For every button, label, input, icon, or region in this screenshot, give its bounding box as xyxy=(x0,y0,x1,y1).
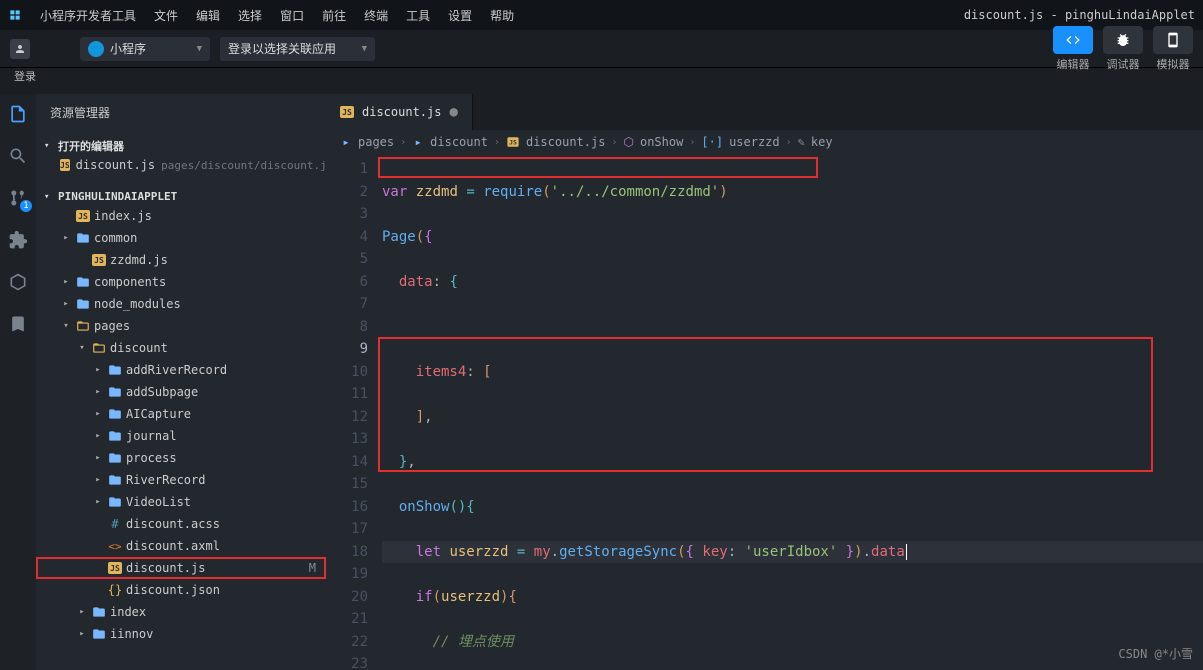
js-file-icon: JS xyxy=(340,106,354,118)
variable-icon: [·] xyxy=(701,135,723,149)
menu-item[interactable]: 终端 xyxy=(364,7,388,24)
tree-item[interactable]: ▸addRiverRecord xyxy=(36,359,326,381)
npm-tab-icon[interactable] xyxy=(6,270,30,294)
simulator-mode-button[interactable] xyxy=(1153,26,1193,54)
tree-item[interactable]: ▸addSubpage xyxy=(36,381,326,403)
menu-item[interactable]: 帮助 xyxy=(490,7,514,24)
menu-item[interactable]: 工具 xyxy=(406,7,430,24)
activity-bar: 1 xyxy=(0,94,36,670)
login-link[interactable]: 登录 xyxy=(14,68,36,84)
tree-item[interactable]: JSzzdmd.js xyxy=(36,249,326,271)
scm-tab-icon[interactable]: 1 xyxy=(6,186,30,210)
watermark: CSDN @*小雪 xyxy=(1118,645,1193,662)
method-icon: ⬡ xyxy=(624,135,634,149)
menu-item[interactable]: 编辑 xyxy=(196,7,220,24)
open-editors-section[interactable]: ▾打开的编辑器 xyxy=(36,136,326,156)
tab-modified-dot-icon: ● xyxy=(449,104,457,120)
search-tab-icon[interactable] xyxy=(6,144,30,168)
project-section[interactable]: ▾PINGHULINDAIAPPLET xyxy=(36,180,326,205)
chevron-down-icon: ▼ xyxy=(197,44,202,54)
tree-item[interactable]: ▸process xyxy=(36,447,326,469)
app-logo-icon xyxy=(8,8,22,22)
login-app-dropdown[interactable]: 登录以选择关联应用 ▼ xyxy=(220,37,375,61)
menu-item[interactable]: 设置 xyxy=(448,7,472,24)
tree-item[interactable]: ▸common xyxy=(36,227,326,249)
tree-item[interactable]: #discount.acss xyxy=(36,513,326,535)
tree-item[interactable]: ▸journal xyxy=(36,425,326,447)
folder-icon: ▸ xyxy=(340,136,352,148)
file-tree[interactable]: JSindex.js▸commonJSzzdmd.js▸components▸n… xyxy=(36,205,326,670)
extensions-tab-icon[interactable] xyxy=(6,228,30,252)
mode-label: 模拟器 xyxy=(1153,56,1193,72)
editor-tabs: JS discount.js ● xyxy=(326,94,1203,130)
mode-label: 编辑器 xyxy=(1053,56,1093,72)
tree-item[interactable]: JSdiscount.jsM xyxy=(36,557,326,579)
tree-item[interactable]: ▸components xyxy=(36,271,326,293)
debugger-mode-button[interactable] xyxy=(1103,26,1143,54)
explorer-tab-icon[interactable] xyxy=(6,102,30,126)
menu-item[interactable]: 小程序开发者工具 xyxy=(40,7,136,24)
sidebar-title: 资源管理器 xyxy=(36,94,326,130)
js-file-icon: JS xyxy=(507,137,518,147)
tree-item[interactable]: JSindex.js xyxy=(36,205,326,227)
app-type-label: 小程序 xyxy=(110,40,146,57)
tree-item[interactable]: <>discount.axml xyxy=(36,535,326,557)
menu-item[interactable]: 选择 xyxy=(238,7,262,24)
editor-tab[interactable]: JS discount.js ● xyxy=(326,94,473,130)
tree-item[interactable]: ▸iinnov xyxy=(36,623,326,645)
breadcrumb[interactable]: ▸ pages› ▸ discount› JS discount.js› ⬡ o… xyxy=(326,130,1203,154)
tree-item[interactable]: ▸VideoList xyxy=(36,491,326,513)
tree-item[interactable]: ▸AICapture xyxy=(36,403,326,425)
open-editor-file[interactable]: JS discount.js pages/discount/discount.j… xyxy=(36,156,326,174)
toolbar: 小程序 ▼ 登录以选择关联应用 ▼ 编辑器 调试器 模拟器 xyxy=(0,30,1203,68)
sidebar: 资源管理器 ▾打开的编辑器 JS discount.js pages/disco… xyxy=(36,94,326,670)
menu-item[interactable]: 文件 xyxy=(154,7,178,24)
tree-item[interactable]: {}discount.json xyxy=(36,579,326,601)
tree-item[interactable]: ▸node_modules xyxy=(36,293,326,315)
mode-label: 调试器 xyxy=(1103,56,1143,72)
folder-icon: ▸ xyxy=(412,136,424,148)
tree-item[interactable]: ▾discount xyxy=(36,337,326,359)
editor-area: JS discount.js ● ▸ pages› ▸ discount› JS… xyxy=(326,94,1203,670)
tree-item[interactable]: ▸RiverRecord xyxy=(36,469,326,491)
bookmark-tab-icon[interactable] xyxy=(6,312,30,336)
key-icon: ✎ xyxy=(798,135,805,149)
app-type-dropdown[interactable]: 小程序 ▼ xyxy=(80,37,210,61)
window-title: discount.js - pinghuLindaiApplet xyxy=(964,8,1195,22)
login-row: 登录 xyxy=(0,68,1203,94)
menu-bar: 小程序开发者工具 文件 编辑 选择 窗口 前往 终端 工具 设置 帮助 disc… xyxy=(0,0,1203,30)
code-content[interactable]: var zzdmd = require('../../common/zzdmd'… xyxy=(382,154,1203,670)
user-icon[interactable] xyxy=(10,39,30,59)
line-gutter: 1234567891011121314151617181920212223 xyxy=(326,154,382,670)
tree-item[interactable]: ▸index xyxy=(36,601,326,623)
menu-item[interactable]: 前往 xyxy=(322,7,346,24)
login-hint-label: 登录以选择关联应用 xyxy=(228,40,336,57)
tree-item[interactable]: ▾pages xyxy=(36,315,326,337)
menu-item[interactable]: 窗口 xyxy=(280,7,304,24)
editor-mode-button[interactable] xyxy=(1053,26,1093,54)
app-badge-icon xyxy=(88,41,104,57)
code-editor[interactable]: 1234567891011121314151617181920212223 va… xyxy=(326,154,1203,670)
chevron-down-icon: ▼ xyxy=(362,44,367,54)
annotation-box xyxy=(378,157,818,178)
js-file-icon: JS xyxy=(60,159,70,171)
